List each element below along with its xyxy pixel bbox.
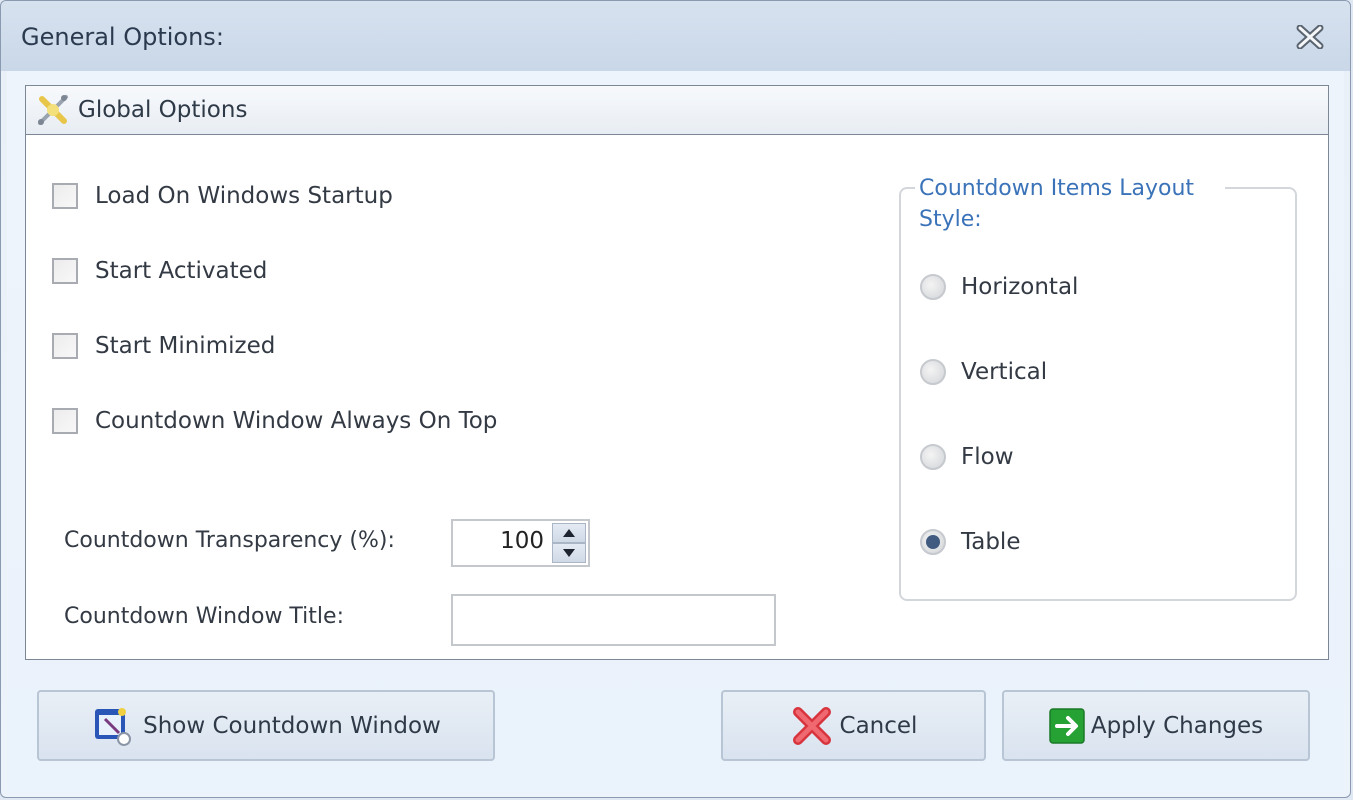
checkbox-label: Start Minimized xyxy=(95,333,276,359)
cancel-button[interactable]: Cancel xyxy=(721,690,986,761)
checkbox-label: Load On Windows Startup xyxy=(95,183,393,209)
panel-header: Global Options xyxy=(26,86,1328,135)
radio-circle[interactable] xyxy=(920,529,946,555)
checkbox-box[interactable] xyxy=(52,333,78,359)
start-activated-checkbox[interactable]: Start Activated xyxy=(52,258,267,284)
radio-selected-dot xyxy=(926,535,940,549)
transparency-value[interactable]: 100 xyxy=(500,528,544,554)
radio-flow[interactable]: Flow xyxy=(920,444,1014,470)
general-options-dialog: General Options: Global Options Load On … xyxy=(0,0,1351,798)
window-title-input[interactable] xyxy=(451,594,776,646)
checkbox-box[interactable] xyxy=(52,183,78,209)
cancel-label: Cancel xyxy=(839,712,918,739)
title-bar: General Options: xyxy=(1,1,1350,71)
checkbox-box[interactable] xyxy=(52,258,78,284)
apply-label: Apply Changes xyxy=(1090,712,1264,739)
close-icon xyxy=(1296,25,1324,49)
radio-label: Vertical xyxy=(961,359,1048,385)
panel-title: Global Options xyxy=(78,97,248,123)
radio-label: Horizontal xyxy=(961,274,1079,300)
window-title: General Options: xyxy=(21,23,224,51)
radio-label: Flow xyxy=(961,444,1014,470)
radio-vertical[interactable]: Vertical xyxy=(920,359,1047,385)
global-options-panel: Global Options Load On Windows Startup S… xyxy=(25,85,1329,660)
layout-style-title: Countdown Items Layout Style: xyxy=(915,173,1225,235)
countdown-window-icon xyxy=(95,707,132,746)
checkbox-box[interactable] xyxy=(52,408,78,434)
radio-circle[interactable] xyxy=(920,274,946,300)
checkbox-label: Start Activated xyxy=(95,258,268,284)
tools-icon xyxy=(38,95,68,125)
radio-label: Table xyxy=(961,529,1021,555)
checkbox-label: Countdown Window Always On Top xyxy=(95,408,498,434)
radio-horizontal[interactable]: Horizontal xyxy=(920,274,1078,300)
close-button[interactable] xyxy=(1294,21,1326,53)
arrow-down-icon xyxy=(563,549,575,557)
arrow-up-icon xyxy=(563,529,575,537)
spinner-buttons xyxy=(552,523,586,563)
radio-circle[interactable] xyxy=(920,444,946,470)
always-on-top-checkbox[interactable]: Countdown Window Always On Top xyxy=(52,408,497,434)
show-countdown-window-button[interactable]: Show Countdown Window xyxy=(37,690,495,761)
dialog-body: Global Options Load On Windows Startup S… xyxy=(7,71,1344,791)
transparency-label: Countdown Transparency (%): xyxy=(64,528,395,553)
radio-table[interactable]: Table xyxy=(920,529,1020,555)
apply-arrow-icon xyxy=(1049,707,1085,744)
show-countdown-label: Show Countdown Window xyxy=(143,712,441,739)
radio-circle[interactable] xyxy=(920,359,946,385)
cancel-x-icon xyxy=(792,706,831,745)
spin-down-button[interactable] xyxy=(552,543,586,563)
layout-style-group: Countdown Items Layout Style: Horizontal… xyxy=(899,173,1297,601)
start-minimized-checkbox[interactable]: Start Minimized xyxy=(52,333,275,359)
apply-changes-button[interactable]: Apply Changes xyxy=(1002,690,1310,761)
load-on-startup-checkbox[interactable]: Load On Windows Startup xyxy=(52,183,393,209)
spin-up-button[interactable] xyxy=(552,523,586,543)
window-title-label: Countdown Window Title: xyxy=(64,604,344,629)
transparency-spinner[interactable]: 100 xyxy=(451,519,590,567)
